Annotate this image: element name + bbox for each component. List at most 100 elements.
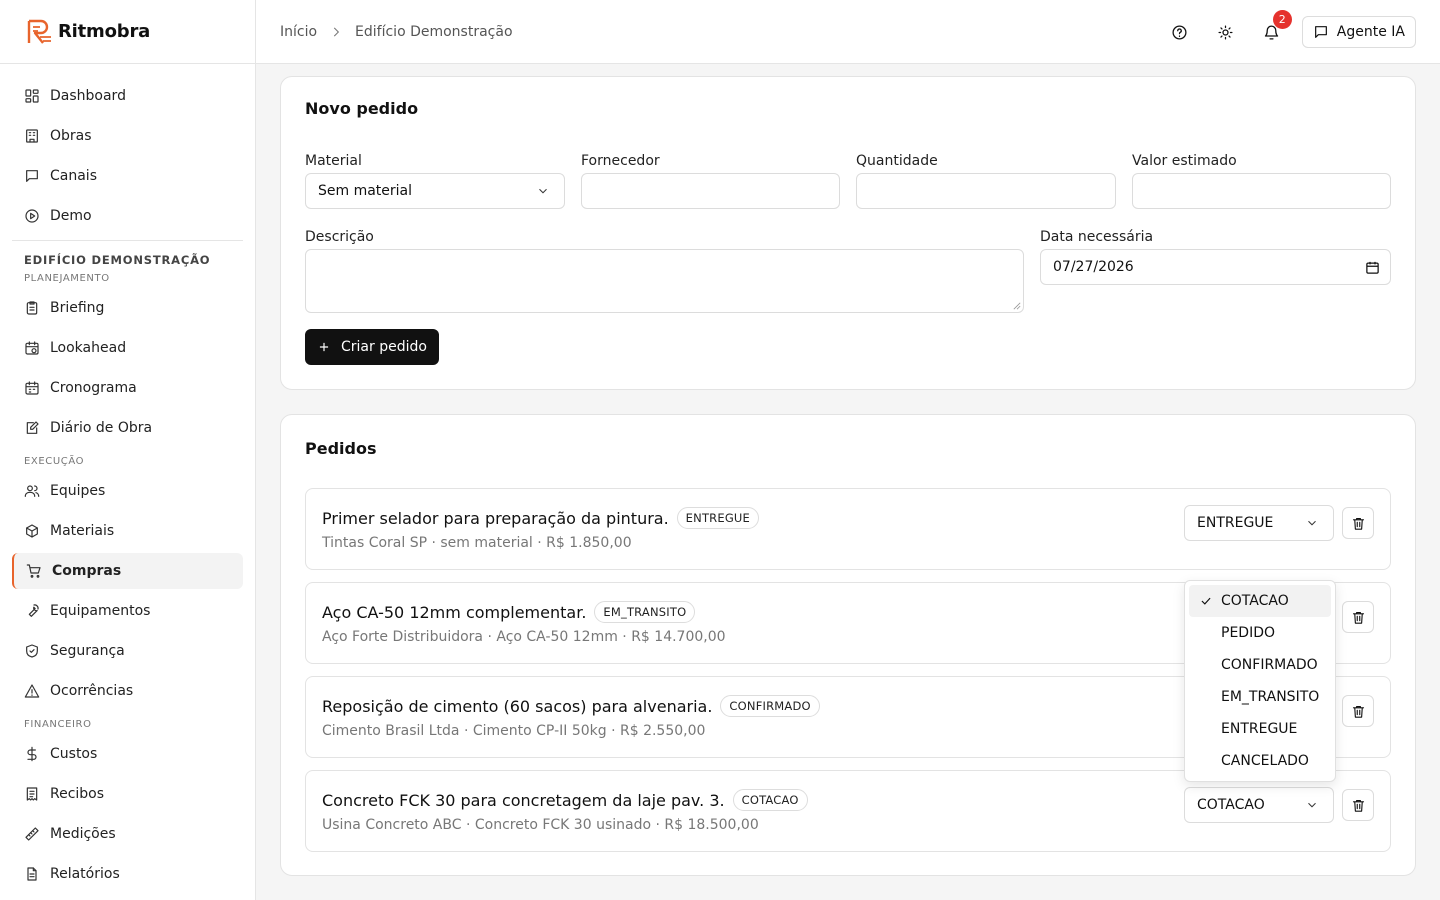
date-input[interactable]: 07/27/2026 [1040, 249, 1391, 285]
sidebar-item-briefing[interactable]: Briefing [12, 290, 243, 326]
clipboard-icon [26, 301, 38, 315]
sidebar-item-equipes[interactable]: Equipes [12, 473, 243, 509]
theme-toggle-button[interactable] [1210, 16, 1242, 48]
create-order-label: Criar pedido [341, 339, 427, 355]
sidebar-item-custos[interactable]: Custos [12, 736, 243, 772]
new-order-title: Novo pedido [305, 99, 419, 118]
delete-order-button[interactable] [1342, 789, 1374, 821]
breadcrumb: Início Edifício Demonstração [256, 24, 513, 40]
file-text-icon [27, 867, 37, 881]
status-option-label: PEDIDO [1221, 625, 1275, 641]
ritmobra-logo-icon [27, 19, 51, 44]
material-select[interactable]: Sem material [305, 173, 565, 209]
sidebar-item-label: Compras [52, 563, 122, 579]
delete-order-button[interactable] [1342, 695, 1374, 727]
order-title: Concreto FCK 30 para concretagem da laje… [322, 789, 808, 811]
sidebar-item-medicoes[interactable]: Medições [12, 816, 243, 852]
sidebar-item-label: Lookahead [50, 340, 127, 356]
status-option-entregue[interactable]: ENTREGUE [1189, 713, 1331, 745]
sidebar-item-demo[interactable]: Demo [12, 198, 243, 234]
sidebar-item-label: Custos [50, 746, 98, 762]
create-order-button[interactable]: Criar pedido [305, 329, 439, 365]
order-subtitle: Usina Concreto ABC · Concreto FCK 30 usi… [322, 817, 759, 833]
ruler-icon [25, 827, 39, 841]
sidebar-item-label: Cronograma [50, 380, 137, 396]
status-dropdown-menu: COTACAO PEDIDO CONFIRMADO EM_TRANSITO EN… [1184, 580, 1336, 782]
wrench-icon [28, 604, 39, 617]
status-badge: CONFIRMADO [720, 695, 820, 717]
supplier-label: Fornecedor [581, 153, 660, 169]
agent-ia-button[interactable]: Agente IA [1301, 16, 1416, 48]
top-header: Início Edifício Demonstração 2 Agente IA [256, 0, 1440, 64]
sidebar-item-label: Ocorrências [50, 683, 134, 699]
status-option-label: COTACAO [1221, 593, 1289, 609]
header-actions: 2 Agente IA [1164, 10, 1416, 48]
new-order-card: Novo pedido Material Sem material Fornec… [280, 76, 1416, 390]
building-icon [26, 129, 38, 143]
sidebar-item-label: Briefing [50, 300, 105, 316]
delete-order-button[interactable] [1342, 507, 1374, 539]
sidebar-item-label: Equipes [50, 483, 106, 499]
date-input-value: 07/27/2026 [1053, 259, 1134, 275]
notifications-button[interactable]: 2 [1256, 10, 1292, 48]
breadcrumb-home[interactable]: Início [280, 24, 317, 40]
supplier-input[interactable] [581, 173, 840, 209]
trash-icon [1352, 705, 1364, 718]
chevron-down-icon [539, 188, 547, 194]
sidebar-item-obras[interactable]: Obras [12, 118, 243, 154]
check-icon [1201, 597, 1211, 605]
trash-icon [1352, 517, 1364, 530]
status-select[interactable]: COTACAO [1184, 787, 1334, 823]
sidebar-item-diario[interactable]: Diário de Obra [12, 410, 243, 446]
calendar-picker-icon[interactable] [1365, 260, 1380, 275]
order-row[interactable]: Primer selador para preparação da pintur… [305, 488, 1391, 570]
status-badge: EM_TRANSITO [594, 601, 696, 623]
order-title: Aço CA-50 12mm complementar. EM_TRANSITO [322, 601, 696, 623]
shield-icon [26, 644, 38, 658]
app-name: Ritmobra [58, 21, 151, 42]
sidebar-item-dashboard[interactable]: Dashboard [12, 78, 243, 114]
description-textarea[interactable] [305, 249, 1024, 313]
status-option-pedido[interactable]: PEDIDO [1189, 617, 1331, 649]
quantity-input[interactable] [856, 173, 1116, 209]
sidebar-item-label: Equipamentos [50, 603, 151, 619]
status-option-label: CONFIRMADO [1221, 657, 1318, 673]
sidebar-item-ocorrencias[interactable]: Ocorrências [12, 673, 243, 709]
help-button[interactable] [1164, 16, 1196, 48]
sidebar-item-label: Dashboard [50, 88, 126, 104]
status-option-cotacao[interactable]: COTACAO [1189, 585, 1331, 617]
order-row[interactable]: Concreto FCK 30 para concretagem da laje… [305, 770, 1391, 852]
order-subtitle: Aço Forte Distribuidora · Aço CA-50 12mm… [322, 629, 726, 645]
status-option-confirmado[interactable]: CONFIRMADO [1189, 649, 1331, 681]
estimate-input[interactable] [1132, 173, 1391, 209]
order-title-text: Primer selador para preparação da pintur… [322, 508, 669, 528]
sidebar-item-lookahead[interactable]: Lookahead [12, 330, 243, 366]
plus-icon [319, 342, 329, 352]
material-label: Material [305, 153, 362, 169]
breadcrumb-project[interactable]: Edifício Demonstração [355, 24, 512, 40]
sidebar-item-canais[interactable]: Canais [12, 158, 243, 194]
sidebar-item-materiais[interactable]: Materiais [12, 513, 243, 549]
delete-order-button[interactable] [1342, 601, 1374, 633]
logo[interactable]: Ritmobra [0, 0, 255, 64]
project-title: EDIFÍCIO DEMONSTRAÇÃO [24, 253, 211, 267]
sidebar-item-cronograma[interactable]: Cronograma [12, 370, 243, 406]
sidebar-item-label: Diário de Obra [50, 420, 153, 436]
sidebar-item-relatorios[interactable]: Relatórios [12, 856, 243, 892]
sidebar-item-recibos[interactable]: Recibos [12, 776, 243, 812]
status-badge: COTACAO [732, 789, 808, 811]
calendar-clock-icon [25, 341, 39, 355]
section-title-financeiro: FINANCEIRO [24, 719, 92, 730]
sidebar-item-seguranca[interactable]: Segurança [12, 633, 243, 669]
order-subtitle: Tintas Coral SP · sem material · R$ 1.85… [322, 535, 632, 551]
status-option-cancelado[interactable]: CANCELADO [1189, 745, 1331, 777]
description-label: Descrição [305, 229, 374, 245]
sidebar-item-compras[interactable]: Compras [12, 553, 243, 589]
status-select[interactable]: ENTREGUE [1184, 505, 1334, 541]
sidebar-item-label: Medições [50, 826, 116, 842]
package-icon [26, 524, 38, 538]
sidebar-item-equipamentos[interactable]: Equipamentos [12, 593, 243, 629]
status-select-value: ENTREGUE [1197, 515, 1274, 531]
status-option-em-transito[interactable]: EM_TRANSITO [1189, 681, 1331, 713]
sidebar-item-label: Segurança [50, 643, 125, 659]
